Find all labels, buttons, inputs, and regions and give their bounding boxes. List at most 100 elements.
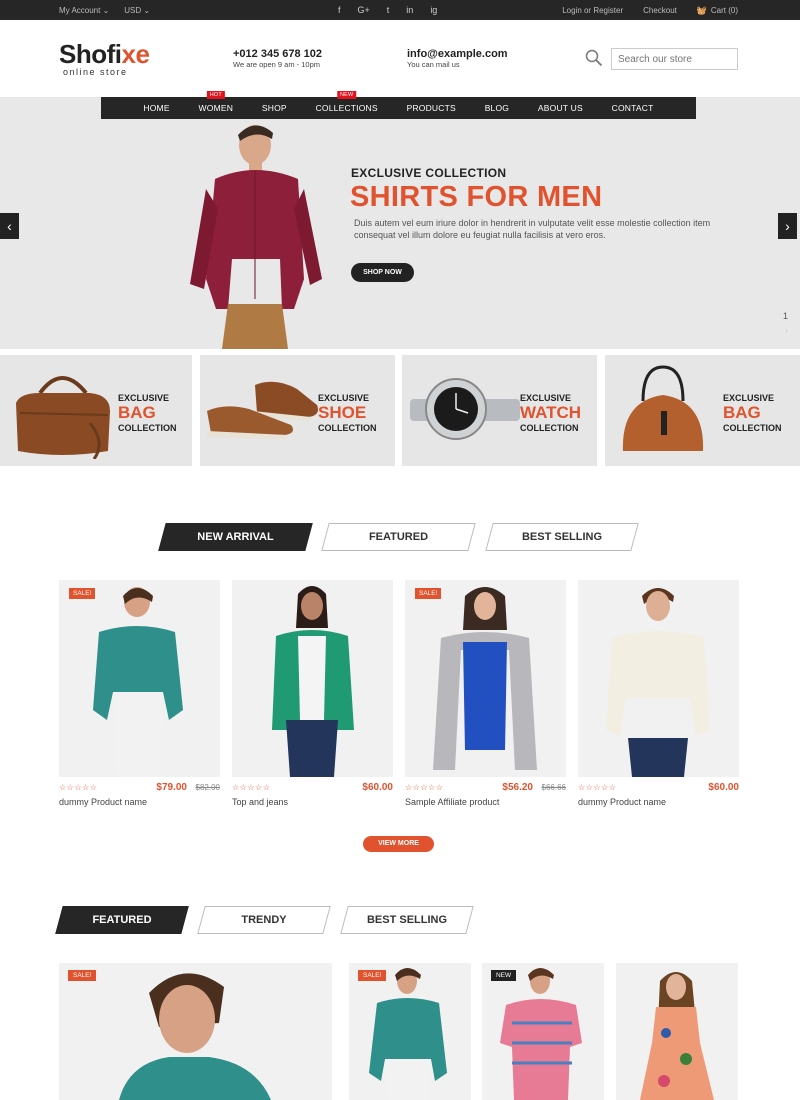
rating-stars-icon: ☆☆☆☆☆	[59, 783, 98, 792]
product-name[interactable]: dummy Product name	[578, 797, 739, 807]
featured-product[interactable]: SALE!	[349, 963, 471, 1100]
handbag-image	[622, 365, 704, 451]
nav-blog[interactable]: BLOG	[485, 103, 509, 113]
hero-desc-line-2: consequat vel illum dolore eu feugiat nu…	[354, 230, 606, 240]
tab-new-arrival[interactable]: NEW ARRIVAL	[158, 523, 313, 551]
slider-next-indicator-icon[interactable]: ›	[785, 325, 788, 335]
email-contact: info@example.com You can mail us	[407, 48, 508, 69]
category-pre: EXCLUSIVE	[118, 393, 170, 403]
product-photo	[606, 588, 710, 777]
category-banner-shoe[interactable]: EXCLUSIVE SHOE COLLECTION	[200, 355, 395, 466]
category-text: EXCLUSIVE WATCH COLLECTION	[520, 393, 581, 433]
sale-badge: SALE!	[358, 970, 387, 981]
tab-featured[interactable]: FEATURED	[321, 523, 476, 551]
product-name[interactable]: Top and jeans	[232, 797, 393, 807]
product-card[interactable]: ☆☆☆☆☆ $60.00 dummy Product name	[578, 580, 739, 807]
slider-prev-arrow-icon[interactable]: ‹	[0, 213, 19, 239]
product-name[interactable]: dummy Product name	[59, 797, 220, 807]
nav-home[interactable]: HOME	[143, 103, 169, 113]
sale-badge: SALE!	[415, 588, 442, 599]
category-name: WATCH	[520, 403, 582, 422]
nav-women[interactable]: HOT WOMEN	[199, 91, 234, 113]
product-photo	[93, 587, 183, 777]
product-price: $60.00	[708, 782, 739, 793]
category-post: COLLECTION	[318, 423, 377, 433]
tab-best-selling-2[interactable]: BEST SELLING	[340, 906, 474, 934]
hero-slider: EXCLUSIVE COLLECTION SHIRTS FOR MEN Duis…	[0, 97, 800, 349]
nav-about[interactable]: ABOUT US	[538, 103, 583, 113]
search-icon[interactable]	[585, 49, 603, 67]
tab-label: BEST SELLING	[366, 914, 448, 926]
watch-image	[410, 378, 520, 440]
product-name[interactable]: Sample Affiliate product	[405, 797, 566, 807]
logo-text-b: xe	[121, 39, 150, 69]
tab-best-selling[interactable]: BEST SELLING	[485, 523, 639, 551]
phone-contact: +012 345 678 102 We are open 9 am - 10pm	[233, 48, 322, 69]
social-links: f G+ t in ig	[338, 5, 437, 15]
product-image[interactable]	[232, 580, 393, 777]
category-text: EXCLUSIVE BAG COLLECTION	[118, 393, 177, 433]
product-image[interactable]	[578, 580, 739, 777]
nav-contact[interactable]: CONTACT	[612, 103, 654, 113]
tab-label: FEATURED	[368, 531, 429, 543]
twitter-icon[interactable]: t	[387, 5, 390, 15]
currency-dropdown[interactable]: USD ⌄	[124, 6, 150, 15]
featured-photo	[500, 968, 582, 1100]
slider-next-arrow-icon[interactable]: ›	[778, 213, 797, 239]
featured-product-large[interactable]: SALE!	[59, 963, 332, 1100]
basket-icon: 🧺	[696, 6, 707, 15]
product-card[interactable]: ☆☆☆☆☆ $60.00 Top and jeans	[232, 580, 393, 807]
category-name: SHOE	[318, 403, 367, 422]
facebook-icon[interactable]: f	[338, 5, 341, 15]
view-more-button[interactable]: VIEW MORE	[363, 836, 434, 852]
hero-description: Duis autem vel eum iriure dolor in hendr…	[354, 217, 714, 241]
product-photo	[433, 587, 537, 770]
logo[interactable]: Shofixe online store	[59, 41, 159, 77]
new-badge: NEW	[336, 91, 357, 99]
product-price: $79.00	[156, 782, 187, 793]
category-banner-watch[interactable]: EXCLUSIVE WATCH COLLECTION	[402, 355, 597, 466]
hero-desc-line-1: Duis autem vel eum iriure dolor in hendr…	[354, 218, 711, 228]
checkout-link[interactable]: Checkout	[643, 6, 677, 15]
featured-product[interactable]: NEW	[482, 963, 604, 1100]
login-register-link[interactable]: Login or Register	[562, 6, 623, 15]
category-post: COLLECTION	[520, 423, 579, 433]
category-name: BAG	[723, 403, 761, 422]
slider-page-number[interactable]: 1	[783, 311, 788, 321]
tab-trendy[interactable]: TRENDY	[197, 906, 331, 934]
product-card[interactable]: SALE! ☆☆☆☆☆ $56.20 $66.66 Sample Affilia…	[405, 580, 566, 807]
top-bar: My Account ⌄ USD ⌄ f G+ t in ig Login or…	[0, 0, 800, 20]
nav-collections[interactable]: NEW COLLECTIONS	[315, 91, 378, 113]
category-post: COLLECTION	[723, 423, 782, 433]
category-banner-bag[interactable]: EXCLUSIVE BAG COLLECTION	[0, 355, 192, 466]
category-pre: EXCLUSIVE	[723, 393, 775, 403]
category-pre: EXCLUSIVE	[520, 393, 572, 403]
nav-products[interactable]: PRODUCTS	[407, 103, 456, 113]
shop-now-button[interactable]: SHOP NOW	[351, 263, 414, 282]
sale-badge: SALE!	[68, 970, 97, 981]
category-pre: EXCLUSIVE	[318, 393, 370, 403]
product-photo	[272, 586, 354, 777]
featured-product[interactable]	[616, 963, 738, 1100]
search-input[interactable]	[611, 48, 738, 70]
nav-collections-label: COLLECTIONS	[315, 103, 378, 113]
linkedin-icon[interactable]: in	[406, 5, 413, 15]
tab-featured-2[interactable]: FEATURED	[55, 906, 189, 934]
product-card[interactable]: SALE! ☆☆☆☆☆ $79.00 $82.00 dummy Product …	[59, 580, 220, 807]
google-plus-icon[interactable]: G+	[358, 5, 370, 15]
product-image[interactable]: SALE!	[405, 580, 566, 777]
my-account-dropdown[interactable]: My Account ⌄	[59, 6, 109, 15]
cart-link[interactable]: 🧺 Cart (0)	[697, 6, 738, 15]
instagram-icon[interactable]: ig	[430, 5, 437, 15]
logo-text-a: Shofi	[59, 39, 122, 69]
product-image[interactable]: SALE!	[59, 580, 220, 777]
sale-badge: SALE!	[69, 588, 96, 599]
featured-photo	[640, 972, 714, 1100]
category-banner-handbag[interactable]: EXCLUSIVE BAG COLLECTION	[605, 355, 800, 466]
product-old-price: $82.00	[195, 783, 220, 792]
nav-shop[interactable]: SHOP	[262, 103, 287, 113]
email-address[interactable]: info@example.com	[407, 48, 508, 60]
tab-label: FEATURED	[92, 914, 152, 926]
hero-eyebrow: EXCLUSIVE COLLECTION	[351, 166, 507, 180]
hero-model-image	[190, 125, 322, 349]
